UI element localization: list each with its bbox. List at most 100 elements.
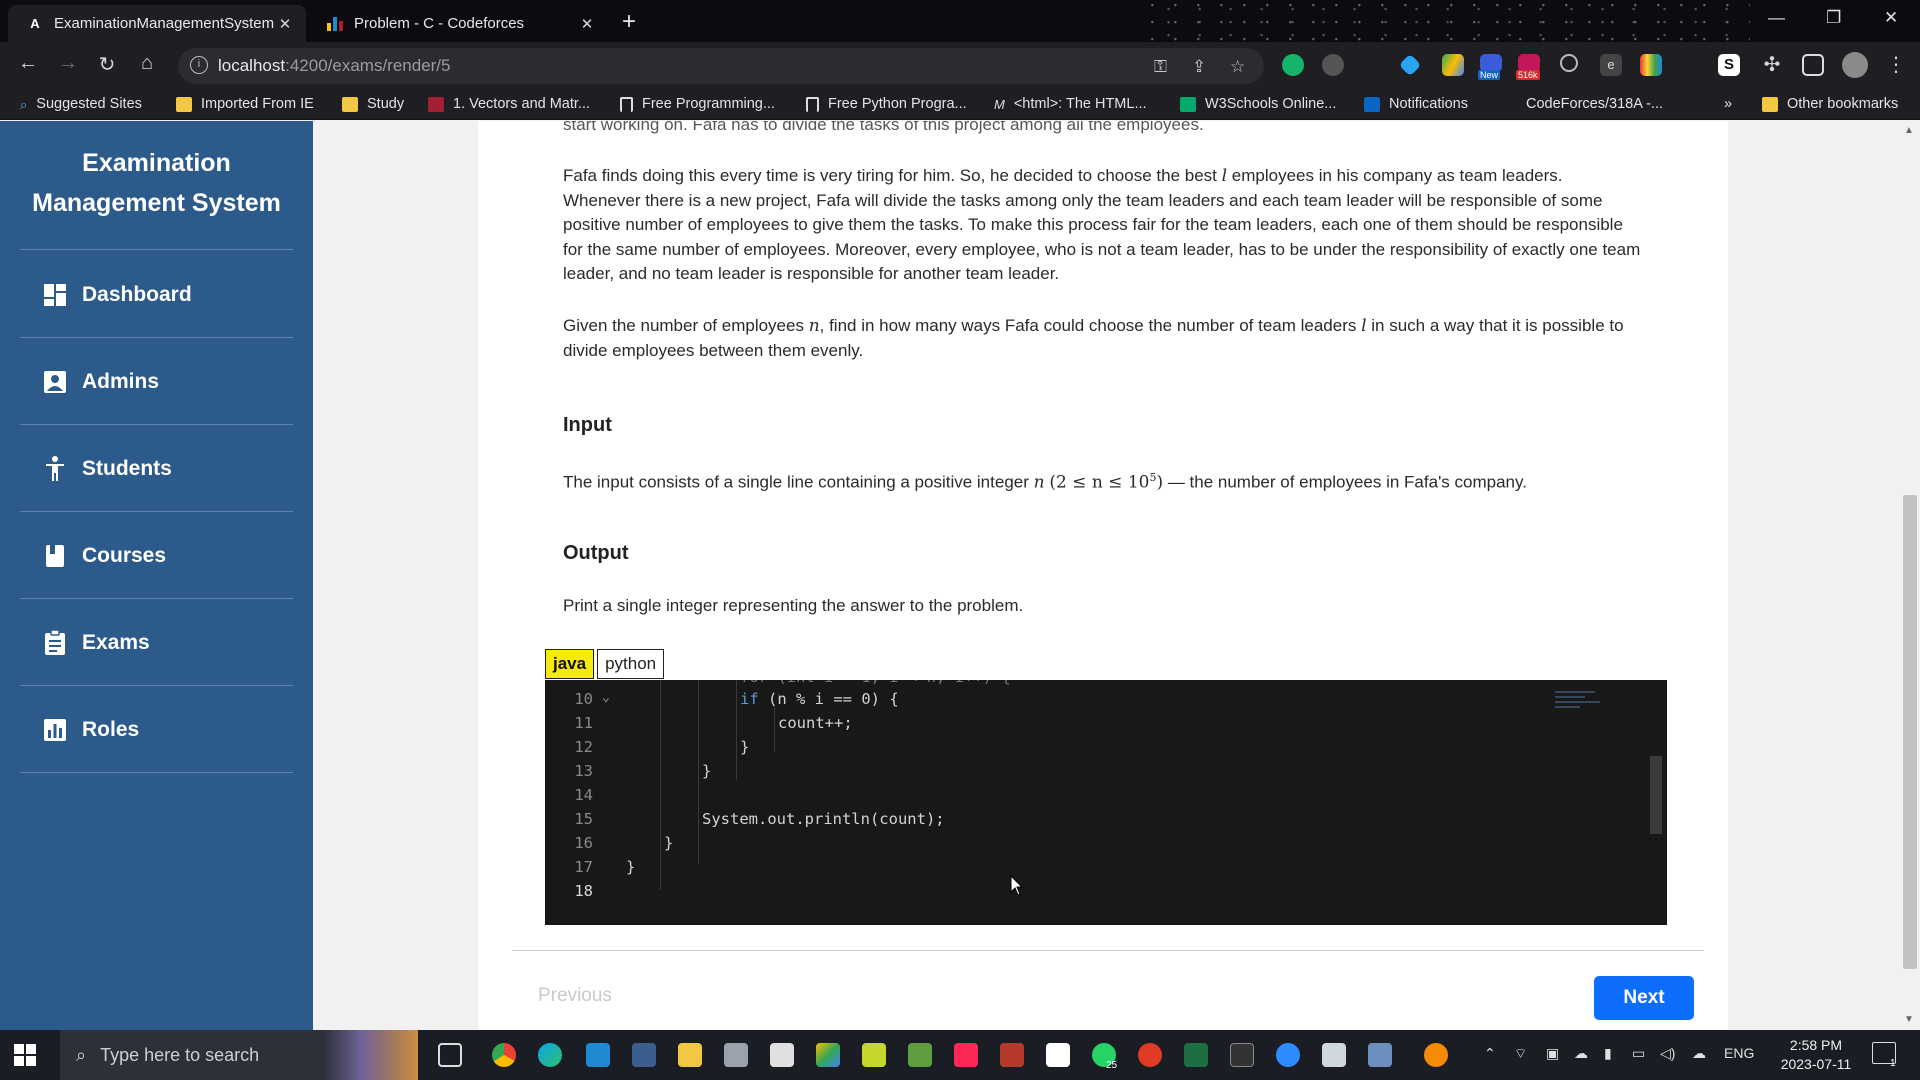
- fold-chevron-icon[interactable]: ⌄: [602, 690, 610, 705]
- grammarly-extension-icon[interactable]: [1282, 54, 1304, 76]
- diamond-extension-icon[interactable]: [1398, 53, 1422, 77]
- line-number: 15: [574, 810, 593, 828]
- bookmark-free-programming[interactable]: Free Programming...: [620, 96, 775, 112]
- windows-start-icon[interactable]: [14, 1044, 36, 1066]
- bookmark-notifications[interactable]: Notifications: [1364, 96, 1468, 112]
- keyboard-app-icon[interactable]: [724, 1043, 748, 1067]
- sidebar-item-courses[interactable]: Courses: [20, 512, 293, 599]
- reload-icon[interactable]: ↻: [93, 52, 121, 77]
- bookmark-w3schools[interactable]: W3Schools Online...: [1180, 96, 1336, 112]
- browser-menu-icon[interactable]: ⋮: [1882, 52, 1910, 77]
- vscode-icon[interactable]: [586, 1043, 610, 1067]
- site-info-icon[interactable]: i: [190, 56, 208, 74]
- bookmark-study[interactable]: Study: [342, 96, 404, 112]
- taskbar-clock[interactable]: 2:58 PM 2023-07-11: [1770, 1036, 1862, 1074]
- scrollbar-thumb[interactable]: [1903, 495, 1917, 969]
- address-bar[interactable]: i localhost:4200/exams/render/5 ⚿ ⇪ ☆: [178, 48, 1264, 84]
- pdf-app-icon[interactable]: [1000, 1043, 1024, 1067]
- bookmark-codeforces-318a[interactable]: CodeForces/318A -...: [1526, 96, 1663, 112]
- minimize-icon[interactable]: —: [1768, 8, 1785, 28]
- network-icon[interactable]: ⌔: [1514, 1045, 1527, 1063]
- share-icon[interactable]: ⇪: [1192, 57, 1206, 77]
- bookmark-imported-from-ie[interactable]: Imported From IE: [176, 96, 314, 112]
- tab-java[interactable]: java: [545, 649, 595, 679]
- e-extension-icon[interactable]: e: [1600, 54, 1622, 76]
- chrome-icon[interactable]: [492, 1043, 516, 1067]
- battery-icon[interactable]: ▭: [1632, 1045, 1645, 1062]
- editor-minimap[interactable]: [1555, 688, 1615, 728]
- bookmark-vectors[interactable]: 1. Vectors and Matr...: [428, 96, 590, 112]
- notes-app-icon[interactable]: [1322, 1043, 1346, 1067]
- codeforces-favicon-icon: [326, 15, 344, 33]
- scroll-down-icon[interactable]: ▼: [1904, 1014, 1914, 1025]
- bookmark-free-python[interactable]: Free Python Progra...: [806, 96, 967, 112]
- bookmark-other[interactable]: Other bookmarks: [1762, 96, 1898, 112]
- photos-app-icon[interactable]: [816, 1043, 840, 1067]
- intellij-icon[interactable]: [954, 1043, 978, 1067]
- url-text[interactable]: localhost:4200/exams/render/5: [218, 56, 451, 76]
- sidebar-item-label: Exams: [82, 630, 150, 654]
- meet-icon[interactable]: ▣: [1546, 1045, 1559, 1062]
- back-icon[interactable]: ←: [14, 52, 42, 75]
- colorful-extension-icon[interactable]: [1640, 54, 1662, 76]
- profile-avatar[interactable]: [1842, 52, 1868, 78]
- forward-icon[interactable]: →: [54, 52, 82, 75]
- bookmark-star-icon[interactable]: ☆: [1230, 57, 1245, 77]
- tray-chevron-icon[interactable]: ⌃: [1484, 1045, 1496, 1062]
- scroll-up-icon[interactable]: ▲: [1904, 125, 1914, 136]
- bookmark-suggested-sites[interactable]: ⌕ Suggested Sites: [20, 96, 142, 112]
- terminal-icon[interactable]: [1230, 1043, 1254, 1067]
- home-icon[interactable]: ⌂: [133, 52, 161, 75]
- sheet-app-icon[interactable]: [908, 1043, 932, 1067]
- taskbar-search-box[interactable]: ⌕ Type here to search: [60, 1030, 418, 1080]
- zoom-icon[interactable]: [1276, 1043, 1300, 1067]
- mic-icon[interactable]: ▮: [1604, 1045, 1612, 1062]
- close-tab-icon[interactable]: ✕: [276, 15, 294, 33]
- timer-extension-icon[interactable]: [1560, 54, 1578, 72]
- page-scrollbar[interactable]: ▲ ▼: [1900, 121, 1920, 1030]
- editor-scrollbar[interactable]: [1650, 756, 1662, 834]
- new-tab-icon[interactable]: +: [622, 8, 636, 36]
- excel-icon[interactable]: [1184, 1043, 1208, 1067]
- postgres-icon[interactable]: [1368, 1043, 1392, 1067]
- next-button[interactable]: Next: [1594, 976, 1694, 1020]
- cube-app-icon[interactable]: [770, 1043, 794, 1067]
- tab-python[interactable]: python: [597, 649, 665, 679]
- previous-button[interactable]: Previous: [538, 985, 612, 1007]
- side-panel-icon[interactable]: [1802, 54, 1824, 76]
- drive-extension-icon[interactable]: [1442, 54, 1464, 76]
- divider: [512, 950, 1704, 951]
- browser-tab-strip: A ExaminationManagementSystem ✕ Problem …: [0, 0, 1920, 42]
- bookmarks-overflow[interactable]: »: [1724, 96, 1732, 112]
- s-extension-icon[interactable]: S: [1718, 54, 1740, 76]
- app-icon[interactable]: [632, 1043, 656, 1067]
- language-indicator[interactable]: ENG: [1724, 1045, 1754, 1061]
- window-close-icon[interactable]: ✕: [1884, 8, 1898, 28]
- lambda-app-icon[interactable]: [862, 1043, 886, 1067]
- file-explorer-icon[interactable]: [678, 1043, 702, 1067]
- key-icon[interactable]: ⚿: [1154, 57, 1167, 77]
- recorder-icon[interactable]: [1138, 1043, 1162, 1067]
- bookmark-html[interactable]: M <html>: The HTML...: [994, 96, 1147, 112]
- sidebar-item-students[interactable]: Students: [20, 425, 293, 512]
- close-tab-icon[interactable]: ✕: [578, 15, 596, 33]
- sidebar-item-roles[interactable]: Roles: [20, 686, 293, 773]
- onedrive-icon[interactable]: ☁: [1692, 1045, 1706, 1062]
- notion-icon[interactable]: [1046, 1043, 1070, 1067]
- sidebar-item-admins[interactable]: Admins: [20, 338, 293, 425]
- student-icon: [42, 455, 68, 482]
- tab-codeforces[interactable]: Problem - C - Codeforces ✕: [312, 5, 608, 42]
- sidebar-item-label: Roles: [82, 717, 140, 741]
- tab-examination-system[interactable]: A ExaminationManagementSystem ✕: [8, 5, 306, 42]
- orange-app-icon[interactable]: [1424, 1043, 1448, 1067]
- code-editor[interactable]: for (int i = 1; i < n; i++) { 10 ⌄ if (n…: [545, 680, 1667, 925]
- restore-icon[interactable]: ❐: [1826, 8, 1841, 28]
- media-extension-icon[interactable]: [1322, 54, 1344, 76]
- extensions-puzzle-icon[interactable]: ✣: [1758, 52, 1786, 77]
- sidebar-item-dashboard[interactable]: Dashboard: [20, 251, 293, 338]
- sidebar-item-exams[interactable]: Exams: [20, 599, 293, 686]
- task-view-icon[interactable]: [438, 1043, 462, 1067]
- cloud-icon[interactable]: ☁: [1574, 1045, 1588, 1062]
- edge-icon[interactable]: [538, 1043, 562, 1067]
- volume-icon[interactable]: ◁): [1660, 1045, 1675, 1062]
